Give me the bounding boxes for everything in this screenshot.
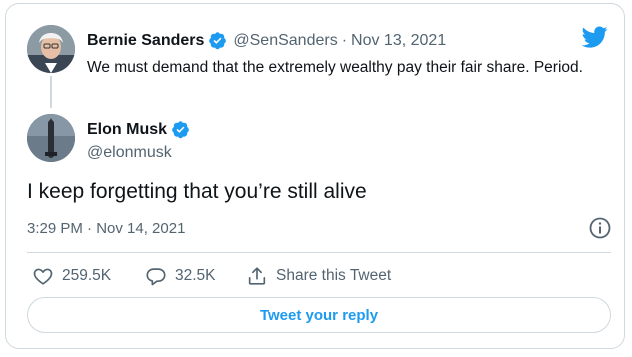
reply-count: 32.5K bbox=[175, 267, 216, 284]
parent-tweet-header: Bernie Sanders @SenSanders · Nov 13, 202… bbox=[87, 31, 446, 50]
reply-tweet-header: Elon Musk bbox=[87, 120, 196, 139]
avatar-starship-image bbox=[27, 114, 75, 162]
elon-musk-avatar[interactable] bbox=[27, 114, 75, 162]
like-heart-icon bbox=[33, 268, 53, 285]
share-icon bbox=[248, 267, 266, 285]
like-button[interactable]: 259.5K bbox=[32, 265, 111, 287]
reply-display-name[interactable]: Elon Musk bbox=[87, 121, 167, 139]
thread-connector-line bbox=[50, 76, 52, 108]
share-label: Share this Tweet bbox=[276, 267, 392, 284]
verified-badge-icon bbox=[172, 121, 189, 139]
reply-bubble-icon bbox=[146, 268, 166, 286]
twitter-bird-icon[interactable] bbox=[580, 24, 610, 50]
tweet-your-reply-button[interactable]: Tweet your reply bbox=[27, 297, 611, 333]
divider bbox=[27, 252, 611, 253]
parent-date[interactable]: Nov 13, 2021 bbox=[351, 32, 446, 50]
share-tweet-button[interactable]: Share this Tweet bbox=[246, 265, 391, 287]
reply-handle[interactable]: @elonmusk bbox=[87, 144, 172, 162]
reply-button[interactable]: 32.5K bbox=[145, 265, 216, 287]
bernie-sanders-avatar[interactable] bbox=[27, 25, 75, 73]
avatar-portrait-image bbox=[27, 25, 75, 73]
reply-tweet-text: I keep forgetting that you’re still aliv… bbox=[27, 180, 367, 203]
parent-display-name[interactable]: Bernie Sanders bbox=[87, 32, 204, 50]
parent-handle[interactable]: @SenSanders bbox=[233, 32, 337, 50]
info-icon[interactable] bbox=[588, 216, 612, 240]
verified-badge-icon bbox=[209, 32, 227, 50]
like-count: 259.5K bbox=[62, 267, 112, 284]
tweet-timestamp[interactable]: 3:29 PM · Nov 14, 2021 bbox=[27, 220, 185, 237]
parent-tweet-text: We must demand that the extremely wealth… bbox=[87, 59, 583, 76]
separator-dot: · bbox=[341, 31, 348, 49]
tweet-card: Bernie Sanders @SenSanders · Nov 13, 202… bbox=[5, 3, 625, 349]
